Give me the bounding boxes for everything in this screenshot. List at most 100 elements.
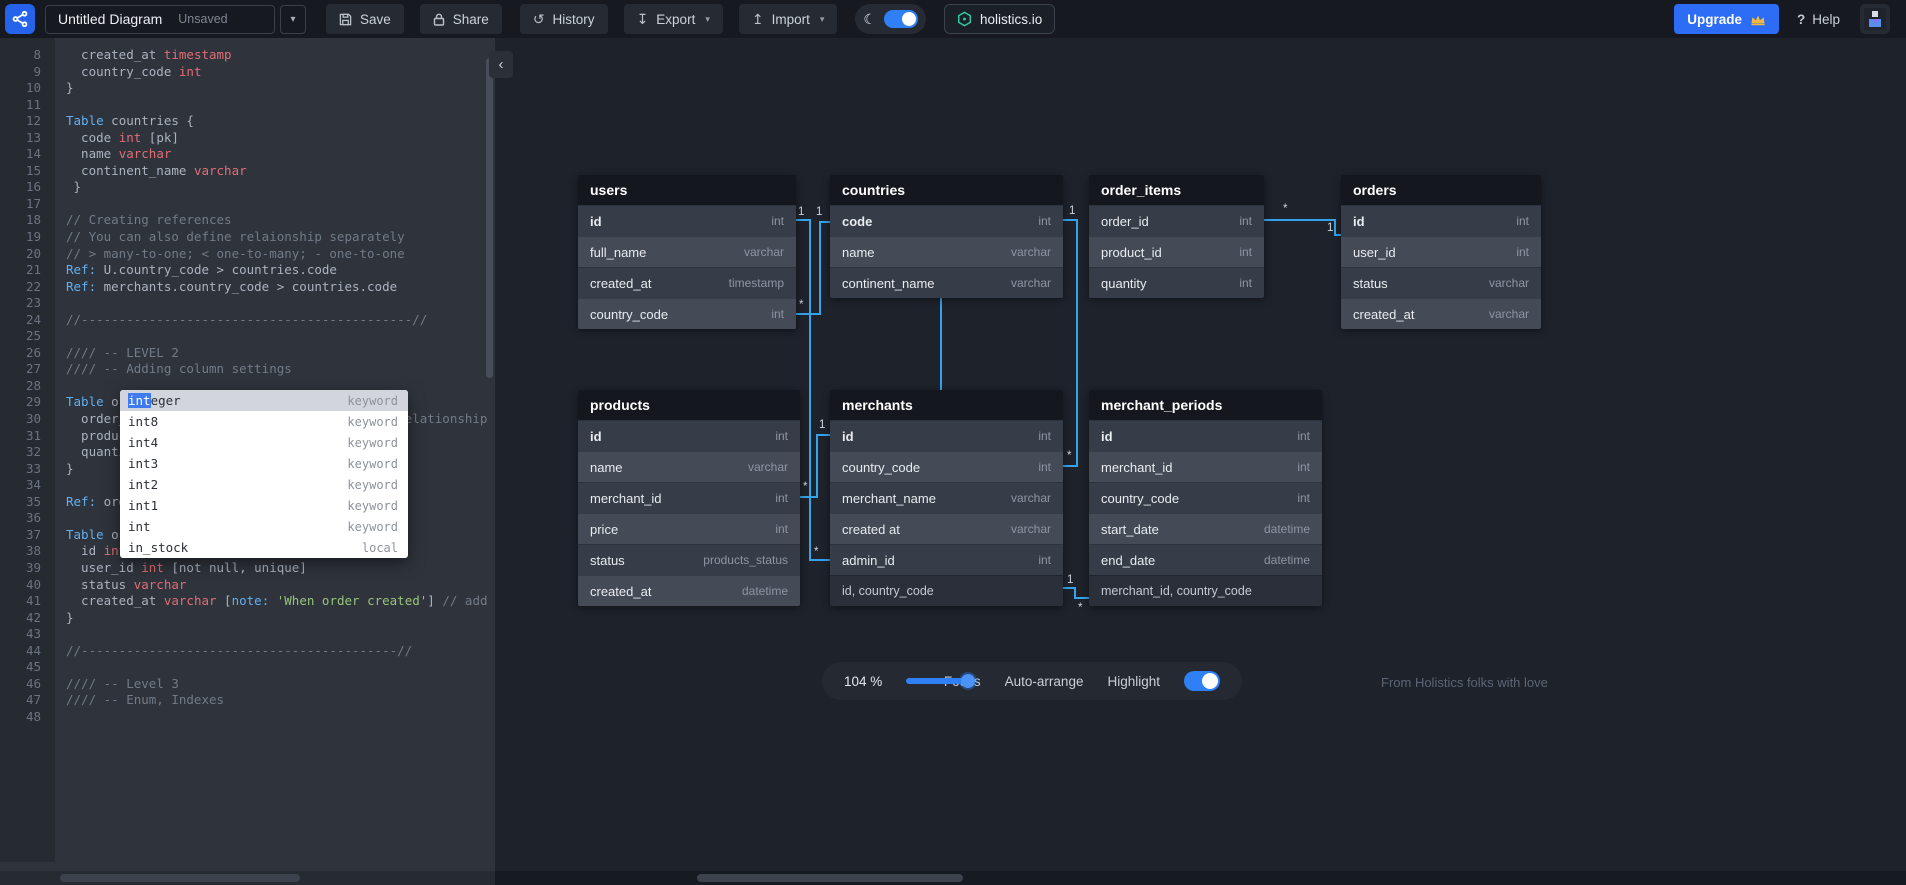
holistics-badge[interactable]: holistics.io [943,4,1056,34]
table-row[interactable]: created at varchar [830,513,1063,544]
table-header[interactable]: users [578,175,796,205]
autocomplete-item[interactable]: int1 keyword [120,495,408,516]
table-countries[interactable]: countries code int name varchar continent_nam… [830,175,1063,298]
code-line[interactable]: //--------------------------------------… [66,643,495,660]
table-header[interactable]: products [578,390,800,420]
code-line[interactable] [66,328,495,345]
code-line[interactable]: //// -- LEVEL 2 [66,345,495,362]
import-button[interactable]: ↥ Import ▾ [738,4,838,34]
upgrade-button[interactable]: Upgrade [1674,4,1779,34]
editor-horizontal-scrollbar[interactable] [0,871,495,885]
table-index-row[interactable]: merchant_id, country_code [1089,575,1322,606]
highlight-toggle[interactable] [1184,671,1220,691]
table-row[interactable]: created_at varchar [1341,298,1541,329]
table-row[interactable]: created_at datetime [578,575,800,606]
auto-arrange-button[interactable]: Auto-arrange [1005,674,1084,689]
code-line[interactable]: //// -- Adding column settings [66,361,495,378]
table-merchants[interactable]: merchants id int country_code int merchant_na… [830,390,1063,606]
code-line[interactable]: user_id int [not null, unique] [66,560,495,577]
table-row[interactable]: country_code int [578,298,796,329]
relationship-edge[interactable] [1063,219,1078,467]
code-line[interactable] [66,659,495,676]
zoom-slider[interactable] [906,674,976,688]
table-row[interactable]: full_name varchar [578,236,796,267]
autocomplete-item[interactable]: int4 keyword [120,432,408,453]
code-line[interactable]: Table countries { [66,113,495,130]
table-row[interactable]: product_id int [1089,236,1264,267]
save-button[interactable]: Save [326,4,404,34]
code-line[interactable]: Ref: merchants.country_code > countries.… [66,279,495,296]
avatar[interactable] [1860,4,1890,34]
table-row[interactable]: id int [578,205,796,236]
relationship-edge[interactable] [796,219,830,561]
editor-hscroll-thumb[interactable] [60,874,300,882]
table-order_items[interactable]: order_items order_id int product_id int quant… [1089,175,1264,298]
table-row[interactable]: end_date datetime [1089,544,1322,575]
table-row[interactable]: start_date datetime [1089,513,1322,544]
code-line[interactable]: created_at timestamp [66,47,495,64]
code-line[interactable] [66,196,495,213]
code-line[interactable]: code int [pk] [66,130,495,147]
code-line[interactable]: Ref: U.country_code > countries.code [66,262,495,279]
table-row[interactable]: name varchar [578,451,800,482]
table-row[interactable]: created_at timestamp [578,267,796,298]
autocomplete-item[interactable]: int keyword [120,516,408,537]
code-line[interactable] [66,295,495,312]
table-row[interactable]: admin_id int [830,544,1063,575]
code-line[interactable]: // Creating references [66,212,495,229]
help-button[interactable]: ? Help [1797,12,1840,27]
table-header[interactable]: countries [830,175,1063,205]
table-users[interactable]: users id int full_name varchar created_at time… [578,175,796,329]
table-row[interactable]: merchant_name varchar [830,482,1063,513]
table-row[interactable]: country_code int [830,451,1063,482]
autocomplete-item[interactable]: in_stock local [120,537,408,558]
table-header[interactable]: merchants [830,390,1063,420]
code-line[interactable]: created_at varchar [note: 'When order cr… [66,593,495,610]
table-row[interactable]: price int [578,513,800,544]
code-line[interactable]: name varchar [66,146,495,163]
code-line[interactable] [66,626,495,643]
code-line[interactable]: status varchar [66,577,495,594]
autocomplete-item[interactable]: int8 keyword [120,411,408,432]
table-row[interactable]: id int [1089,420,1322,451]
table-header[interactable]: merchant_periods [1089,390,1322,420]
collapse-editor-button[interactable]: ‹ [489,51,513,78]
code-line[interactable]: } [66,80,495,97]
table-row[interactable]: id int [1341,205,1541,236]
table-row[interactable]: merchant_id int [1089,451,1322,482]
code-line[interactable]: //// -- Enum, Indexes [66,692,495,709]
table-products[interactable]: products id int name varchar merchant_id int pr… [578,390,800,606]
code-line[interactable]: //// -- Level 3 [66,676,495,693]
code-line[interactable] [66,709,495,726]
dark-mode-toggle[interactable] [883,10,918,28]
table-index-row[interactable]: id, country_code [830,575,1063,606]
table-row[interactable]: name varchar [830,236,1063,267]
table-row[interactable]: user_id int [1341,236,1541,267]
autocomplete-item[interactable]: integer keyword [120,390,408,411]
title-chevron-button[interactable]: ▾ [280,4,306,34]
code-line[interactable]: } [66,610,495,627]
autocomplete-item[interactable]: int3 keyword [120,453,408,474]
table-orders[interactable]: orders id int user_id int status varchar create… [1341,175,1541,329]
table-row[interactable]: code int [830,205,1063,236]
table-header[interactable]: order_items [1089,175,1264,205]
table-header[interactable]: orders [1341,175,1541,205]
code-line[interactable] [66,97,495,114]
share-button[interactable]: Share [419,4,502,34]
table-merchant_periods[interactable]: merchant_periods id int merchant_id int count… [1089,390,1322,606]
export-button[interactable]: ↧ Export ▾ [623,4,723,34]
table-row[interactable]: status varchar [1341,267,1541,298]
code-line[interactable]: // You can also define relaionship separ… [66,229,495,246]
canvas-hscroll-thumb[interactable] [697,874,963,882]
code-line[interactable]: // > many-to-one; < one-to-many; - one-t… [66,246,495,263]
table-row[interactable]: id int [830,420,1063,451]
table-row[interactable]: status products_status [578,544,800,575]
code-line[interactable]: country_code int [66,64,495,81]
table-row[interactable]: quantity int [1089,267,1264,298]
relationship-edge[interactable] [1063,587,1089,599]
editor-vertical-scrollbar[interactable] [486,58,493,378]
diagram-title-group[interactable]: Untitled Diagram Unsaved [45,4,275,34]
history-button[interactable]: ↺ History [519,4,608,34]
autocomplete-item[interactable]: int2 keyword [120,474,408,495]
app-logo-icon[interactable] [5,4,35,34]
